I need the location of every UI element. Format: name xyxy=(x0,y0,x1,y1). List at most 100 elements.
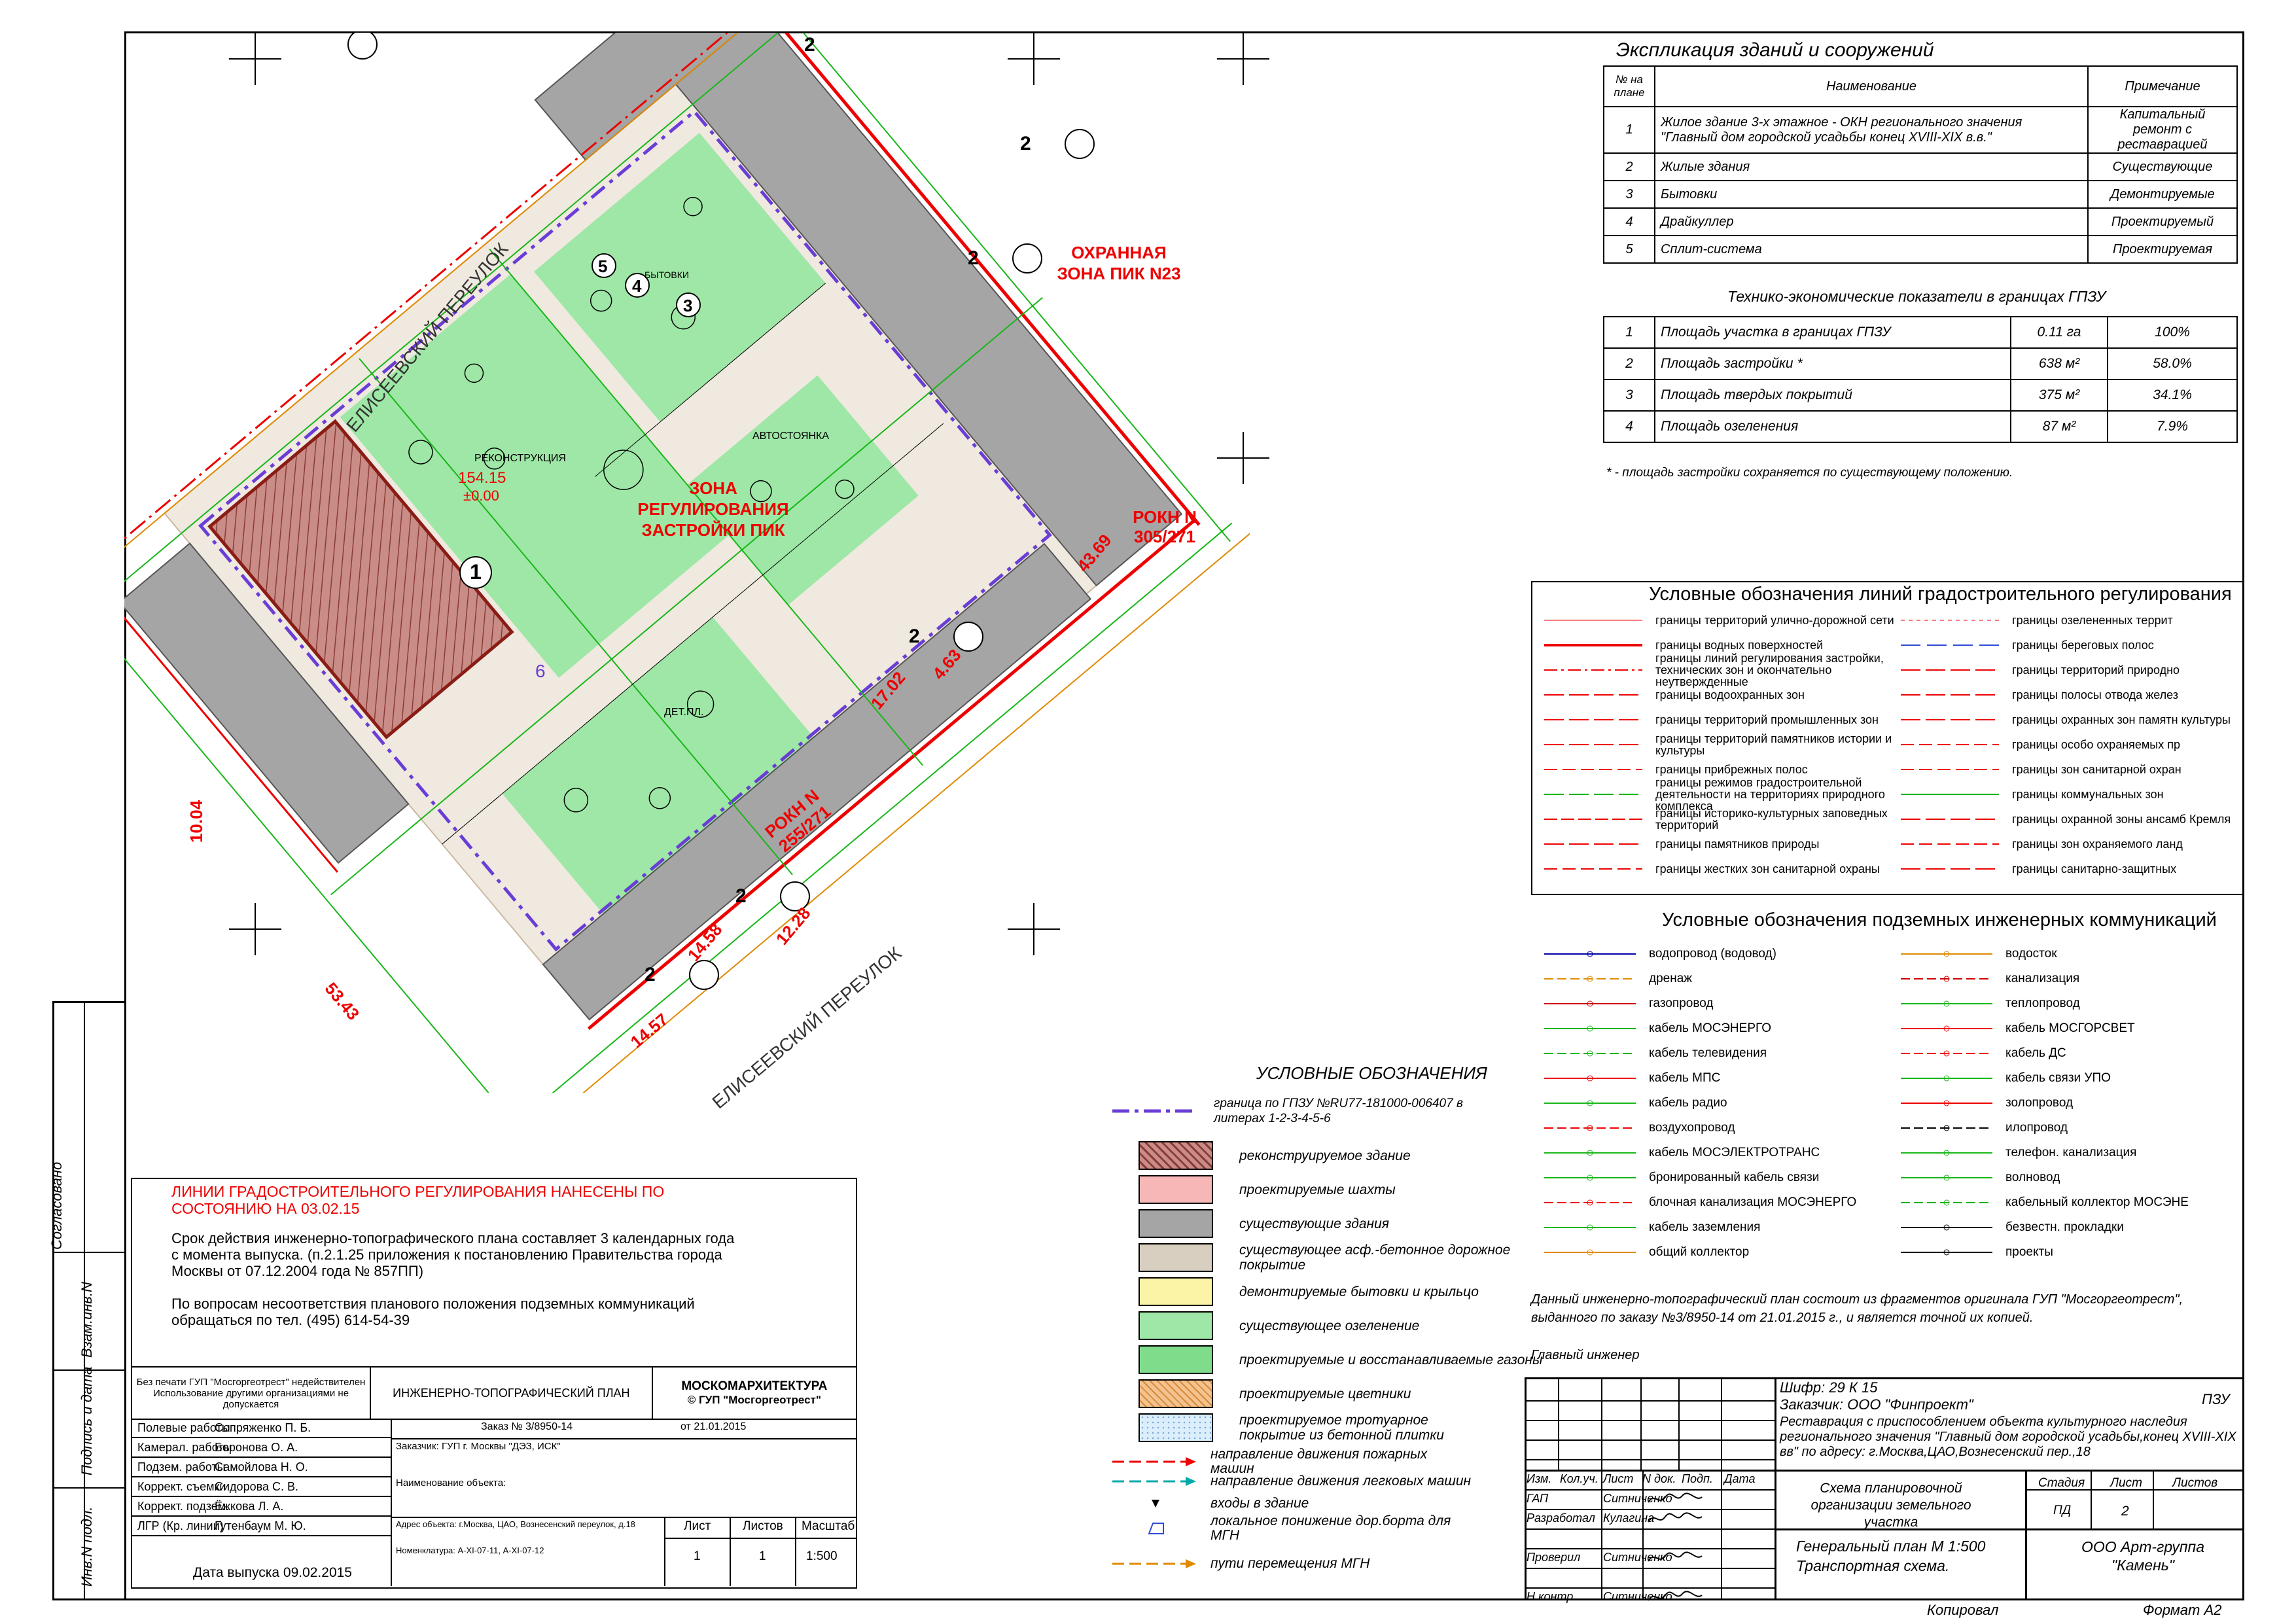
utility-item: илопровод xyxy=(1901,1116,2068,1140)
utility-item: кабель заземления xyxy=(1544,1216,1760,1239)
stamp-vline xyxy=(1642,1470,1644,1600)
stamp-col-header: Лист xyxy=(1603,1472,1634,1485)
tep-name: Площадь озеленения xyxy=(1654,410,2011,443)
stamp-vline xyxy=(1640,1377,1642,1470)
explication-header: № на плане xyxy=(1603,65,1655,107)
stamp-sheet: 2 xyxy=(2121,1504,2129,1519)
legend-arrow-label: пути перемещения МГН xyxy=(1210,1556,1370,1571)
reg-line-label: границы историко-культурных заповедных т… xyxy=(1655,807,1888,832)
stamp-stage: ПД xyxy=(2053,1504,2072,1517)
stamp-sheet-name: Схема планировочной организации земельно… xyxy=(1810,1481,1971,1530)
map-building-number: 2 xyxy=(968,247,979,269)
topo-vline xyxy=(795,1517,796,1586)
legend-item: демонтируемые бытовки и крыльцо xyxy=(1139,1276,1566,1307)
reg-line-symbol xyxy=(1544,794,1642,795)
stamp-section: ПЗУ xyxy=(2202,1391,2230,1407)
stamp-format: Формат А2 xyxy=(2143,1602,2222,1618)
utility-item: кабель ДС xyxy=(1901,1042,2066,1065)
utility-symbol xyxy=(1901,951,1992,957)
notes-red-title: ЛИНИИ ГРАДОСТРОИТЕЛЬНОГО РЕГУЛИРОВАНИЯ Н… xyxy=(171,1183,665,1217)
topo-hline xyxy=(664,1538,857,1539)
utility-symbol xyxy=(1901,1050,1992,1057)
reg-line-item: границы территорий промышленных зон xyxy=(1544,708,1904,732)
map-building-number: 3 xyxy=(683,296,693,315)
reg-line-symbol xyxy=(1901,843,1999,845)
utility-label: общий коллектор xyxy=(1649,1245,1750,1259)
topo-scale-label: Масштаб xyxy=(802,1519,855,1533)
map-building-number: 2 xyxy=(909,626,920,647)
reg-line-symbol xyxy=(1901,620,1999,621)
explication-name: Драйкуллер xyxy=(1654,207,2089,236)
stamp-hline xyxy=(1525,1439,1775,1441)
utility-label: кабельный коллектор МОСЭНЕ xyxy=(2005,1195,2189,1209)
stamp-vline xyxy=(1678,1377,1680,1470)
utility-label: водопровод (водовод) xyxy=(1649,947,1776,961)
reg-lines-title: Условные обозначения линий градостроител… xyxy=(1649,584,2232,605)
utility-label: кабель МПС xyxy=(1649,1071,1721,1085)
map-rekon-label: РЕКОНСТРУКЦИЯ xyxy=(474,453,566,464)
stamp-col-header: N док. xyxy=(1642,1472,1676,1485)
map-rokn-label: РОКН N 305/271 xyxy=(1133,507,1197,546)
utility-item: проекты xyxy=(1901,1241,2053,1264)
utility-item: воздухопровод xyxy=(1544,1116,1735,1140)
map-avto: АВТОСТОЯНКА xyxy=(752,431,830,442)
stamp-vline xyxy=(1775,1377,1776,1600)
tep-title: Технико-экономические показатели в грани… xyxy=(1727,288,2106,305)
reg-line-label: границы озелененных террит xyxy=(2012,614,2173,627)
legend-item: проектируемые цветники xyxy=(1139,1378,1566,1409)
utility-label: воздухопровод xyxy=(1649,1121,1735,1135)
utility-item: водосток xyxy=(1901,942,2057,966)
legend-swatch xyxy=(1139,1277,1213,1306)
utility-label: кабель телевидения xyxy=(1649,1046,1767,1060)
map-building-number: 2 xyxy=(645,964,656,985)
utility-item: телефон. канализация xyxy=(1901,1141,2136,1165)
stamp-sheet-label: Лист xyxy=(2110,1476,2142,1490)
utility-item: блочная канализация МОСЭНЕРГО xyxy=(1544,1191,1856,1214)
reg-line-item: границы особо охраняемых пр xyxy=(1901,733,2234,756)
reg-line-item: границы охранных зон памятн культуры xyxy=(1901,708,2234,732)
stamp-col-header: Кол.уч. xyxy=(1560,1472,1598,1485)
utility-symbol xyxy=(1544,1100,1636,1106)
entrance-icon xyxy=(1152,1500,1159,1508)
utility-symbol xyxy=(1901,1174,1992,1181)
legend-arrow-item: входы в здание xyxy=(1112,1492,1472,1515)
stamp-hline xyxy=(1525,1528,1775,1530)
reg-line-symbol xyxy=(1901,794,1999,795)
tep-table: 1 Площадь участка в границах ГПЗУ 0.11 га 1… xyxy=(1603,316,2238,443)
utility-symbol xyxy=(1544,1075,1636,1082)
utility-item: кабельный коллектор МОСЭНЕ xyxy=(1901,1191,2189,1214)
utility-symbol xyxy=(1901,1000,1992,1007)
legend-label: проектируемые и восстанавливаемые газоны xyxy=(1239,1352,1543,1368)
reg-line-item: границы линий регулирования застройки, т… xyxy=(1544,652,1904,688)
stamp-role: Н.контр. xyxy=(1527,1590,1577,1603)
legend-item: проектируемое тротуарное покрытие из бет… xyxy=(1139,1412,1475,1443)
reg-line-symbol xyxy=(1901,669,1999,671)
curb-icon xyxy=(1148,1523,1164,1534)
legend-item: проектируемые и восстанавливаемые газоны xyxy=(1139,1344,1566,1375)
explication-note: Капитальный ремонт с реставрацией xyxy=(2087,106,2238,154)
reg-line-item: границы территорий улично-дорожной сети xyxy=(1544,609,1904,632)
stamp-col-header: Изм. xyxy=(1527,1472,1552,1485)
explication-header: Примечание xyxy=(2087,65,2238,107)
utility-symbol xyxy=(1901,1224,1992,1231)
utility-label: безвестн. прокладки xyxy=(2005,1220,2124,1234)
tep-value: 375 м² xyxy=(2010,379,2108,412)
topo-sheet: 1 xyxy=(694,1549,701,1563)
reg-line-item: границы историко-культурных заповедных т… xyxy=(1544,807,1904,831)
utility-symbol xyxy=(1901,1199,1992,1206)
explication-title: Экспликация зданий и сооружений xyxy=(1616,39,1934,61)
reg-line-symbol xyxy=(1901,644,1999,646)
utility-item: кабель радио xyxy=(1544,1091,1727,1115)
stamp-customer: Заказчик: ООО "Финпроект" xyxy=(1780,1396,1973,1413)
utility-label: дренаж xyxy=(1649,972,1692,985)
utility-symbol xyxy=(1544,951,1636,957)
stamp-vline xyxy=(1558,1377,1559,1470)
topo-customer: Заказчик: ГУП г. Москвы "ДЭЗ, ИСК" xyxy=(396,1441,561,1452)
map-height: 154.15 xyxy=(458,469,506,487)
explication-note: Проектируемая xyxy=(2087,235,2238,264)
tep-pct: 7.9% xyxy=(2107,410,2238,443)
map-building-number: 1 xyxy=(470,560,482,584)
map-zero: ±0.00 xyxy=(463,487,499,504)
map-building-number: 2 xyxy=(735,885,747,907)
utility-item: безвестн. прокладки xyxy=(1901,1216,2124,1239)
